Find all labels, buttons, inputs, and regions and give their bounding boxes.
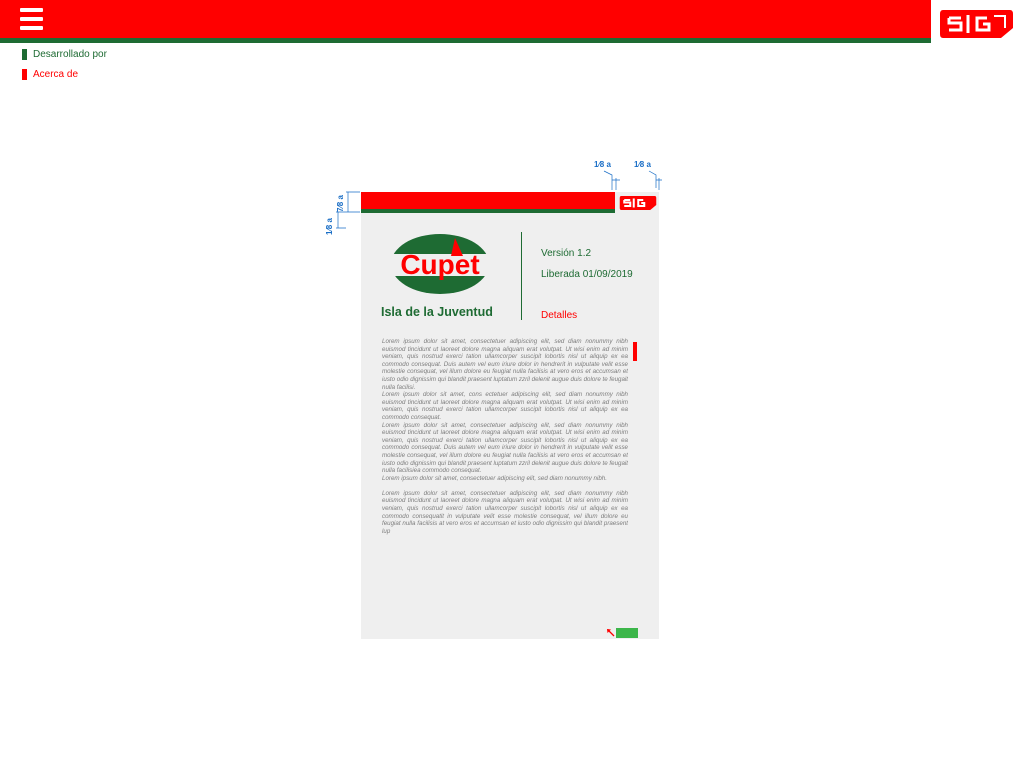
about-screen-mockup: Cupet Isla de la Juventud Versión 1.2 Li…	[361, 192, 659, 639]
side-menu-item-about[interactable]: Acerca de	[22, 68, 78, 82]
paragraph: Lorem ipsum dolor sit amet, consectetuer…	[382, 338, 628, 391]
version-label: Versión 1.2	[541, 248, 592, 259]
back-button[interactable]	[616, 628, 638, 638]
sig-logo	[940, 10, 1013, 38]
side-menu-item-developed-by[interactable]: Desarrollado por	[22, 48, 107, 62]
location-subtitle: Isla de la Juventud	[381, 305, 493, 319]
top-bar-accent	[0, 38, 931, 43]
hamburger-menu-icon[interactable]	[20, 7, 44, 31]
top-bar	[0, 0, 931, 38]
release-date-label: Liberada 01/09/2019	[541, 269, 633, 280]
paragraph: Lorem ipsum dolor sit amet, cons ectetue…	[382, 391, 628, 421]
paragraph: Lorem ipsum dolor sit amet, consectetuer…	[382, 489, 628, 535]
paragraph: Lorem ipsum dolor sit amet, consectetuer…	[382, 421, 628, 475]
cupet-logo-text: Cupet	[400, 249, 479, 280]
description-text: Lorem ipsum dolor sit amet, consectetuer…	[382, 338, 628, 623]
cupet-logo: Cupet	[389, 234, 491, 294]
dimension-label: 7⁄8 a	[336, 195, 345, 212]
paragraph: Lorem ipsum dolor sit amet, consectetuer…	[382, 474, 607, 482]
dimension-label: 1⁄8 a	[594, 160, 611, 169]
scrollbar-thumb[interactable]	[633, 342, 637, 361]
dimension-label: 1⁄8 a	[325, 218, 334, 235]
details-link[interactable]: Detalles	[541, 310, 577, 321]
vertical-divider	[521, 232, 522, 320]
side-menu-marker	[22, 49, 27, 60]
mockup-header-accent	[361, 209, 615, 213]
mockup-header-bar	[361, 192, 615, 209]
sig-logo-small	[619, 196, 657, 210]
dimension-label: 1⁄8 a	[634, 160, 651, 169]
side-menu-label: Desarrollado por	[33, 49, 107, 60]
arrow-up-left-icon	[607, 629, 615, 637]
side-menu-marker	[22, 69, 27, 80]
side-menu-label: Acerca de	[33, 69, 79, 80]
